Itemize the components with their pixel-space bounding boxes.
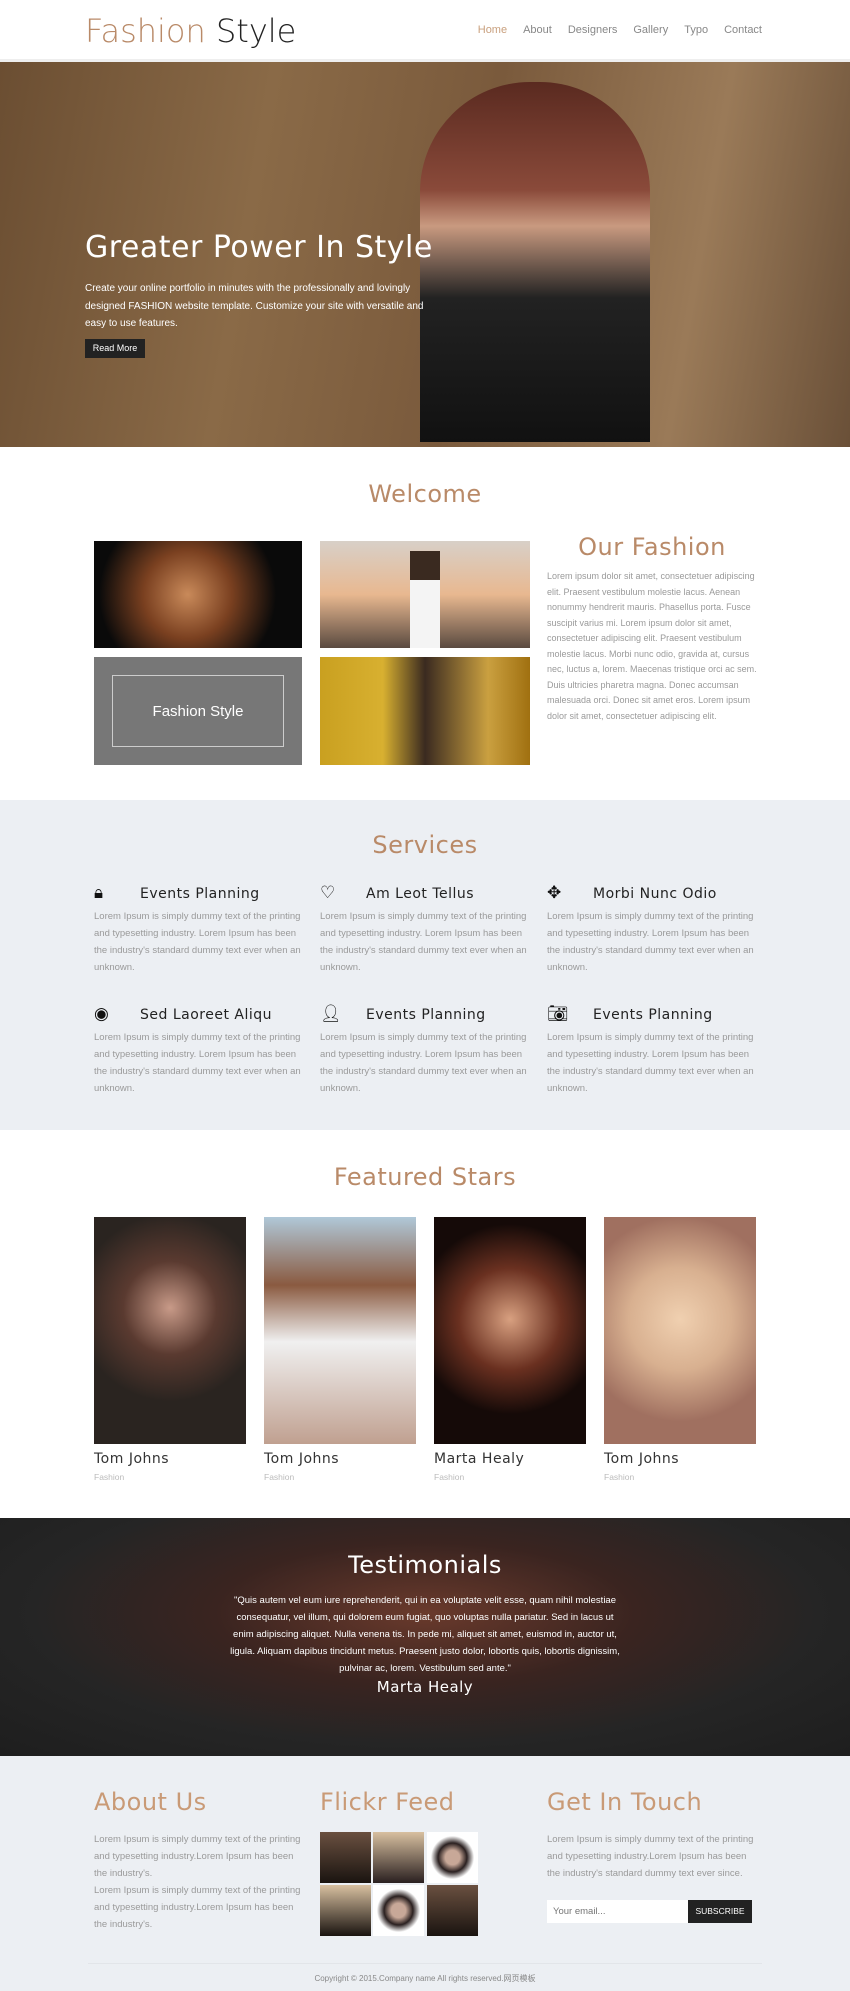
nav-home[interactable]: Home <box>478 24 507 36</box>
star-name[interactable]: Tom Johns <box>604 1451 679 1467</box>
star-name[interactable]: Marta Healy <box>434 1451 524 1467</box>
flickr-thumb[interactable] <box>320 1832 371 1883</box>
header: Fashion Style Home About Designers Galle… <box>0 0 850 62</box>
footer-divider <box>88 1963 762 1964</box>
read-more-button[interactable]: Read More <box>85 339 145 358</box>
our-fashion-title: Our Fashion <box>578 533 726 561</box>
overlay-label: Fashion Style <box>112 675 284 747</box>
email-input[interactable] <box>547 1900 688 1923</box>
nav-designers[interactable]: Designers <box>568 24 618 36</box>
nav-typo[interactable]: Typo <box>684 24 708 36</box>
flickr-title: Flickr Feed <box>320 1788 455 1816</box>
service-title: Am Leot Tellus <box>366 886 475 902</box>
get-in-touch-title: Get In Touch <box>547 1788 703 1816</box>
hero-title: Greater Power In Style <box>85 230 433 265</box>
gallery-image[interactable] <box>320 657 530 765</box>
testimonial-quote: "Quis autem vel eum iure reprehenderit, … <box>230 1595 620 1674</box>
eye-icon: ◉ <box>94 1004 109 1023</box>
service-text: Lorem Ipsum is simply dummy text of the … <box>94 911 301 973</box>
about-us-title: About Us <box>94 1788 207 1816</box>
featured-stars-title: Featured Stars <box>333 1163 517 1191</box>
about-us-text: Lorem Ipsum is simply dummy text of the … <box>94 1834 301 1930</box>
flickr-thumb[interactable] <box>373 1832 424 1883</box>
service-title: Events Planning <box>366 1007 486 1023</box>
flickr-thumb[interactable] <box>427 1832 478 1883</box>
service-text: Lorem Ipsum is simply dummy text of the … <box>547 1032 754 1094</box>
star-role: Fashion <box>264 1472 295 1482</box>
copyright: Copyright © 2015.Company name All rights… <box>314 1974 536 1983</box>
flickr-thumb[interactable] <box>427 1885 478 1936</box>
flickr-thumb[interactable] <box>373 1885 424 1936</box>
move-icon: ✥ <box>547 883 562 902</box>
star-name[interactable]: Tom Johns <box>94 1451 169 1467</box>
user-icon: 👤︎ <box>320 1004 342 1023</box>
lock-icon: 🔒︎ <box>94 883 104 902</box>
star-photo[interactable] <box>94 1217 246 1444</box>
star-role: Fashion <box>604 1472 635 1482</box>
star-role: Fashion <box>434 1472 465 1482</box>
star-photo[interactable] <box>434 1217 586 1444</box>
service-title: Events Planning <box>593 1007 713 1023</box>
nav-about[interactable]: About <box>523 24 552 36</box>
star-name[interactable]: Tom Johns <box>264 1451 339 1467</box>
star-role: Fashion <box>94 1472 125 1482</box>
gallery-image[interactable] <box>94 541 302 648</box>
service-title: Morbi Nunc Odio <box>593 886 717 902</box>
service-title: Events Planning <box>140 886 260 902</box>
services-title: Services <box>372 831 478 859</box>
hero-image <box>420 82 650 442</box>
flickr-thumb[interactable] <box>320 1885 371 1936</box>
logo[interactable]: Fashion Style <box>85 12 296 50</box>
heart-icon: ♡ <box>320 883 336 902</box>
testimonial-author: Marta Healy <box>376 1678 474 1696</box>
service-text: Lorem Ipsum is simply dummy text of the … <box>320 911 527 973</box>
nav-gallery[interactable]: Gallery <box>633 24 668 36</box>
nav-contact[interactable]: Contact <box>724 24 762 36</box>
camera-icon: 📷︎ <box>547 1004 569 1023</box>
service-text: Lorem Ipsum is simply dummy text of the … <box>320 1032 527 1094</box>
subscribe-button[interactable]: SUBSCRIBE <box>688 1900 752 1923</box>
get-in-touch-text: Lorem Ipsum is simply dummy text of the … <box>547 1834 754 1879</box>
fashion-style-tile[interactable]: Fashion Style <box>94 657 302 765</box>
star-photo[interactable] <box>264 1217 416 1444</box>
service-title: Sed Laoreet Aliqu <box>140 1007 273 1023</box>
hero-text: Create your online portfolio in minutes … <box>85 283 424 329</box>
gallery-image[interactable] <box>320 541 530 648</box>
testimonials-title: Testimonials <box>348 1551 502 1579</box>
welcome-title: Welcome <box>368 480 482 508</box>
main-nav: Home About Designers Gallery Typo Contac… <box>478 24 762 36</box>
service-text: Lorem Ipsum is simply dummy text of the … <box>547 911 754 973</box>
star-photo[interactable] <box>604 1217 756 1444</box>
service-text: Lorem Ipsum is simply dummy text of the … <box>94 1032 301 1094</box>
our-fashion-text: Lorem ipsum dolor sit amet, consectetuer… <box>547 571 757 721</box>
